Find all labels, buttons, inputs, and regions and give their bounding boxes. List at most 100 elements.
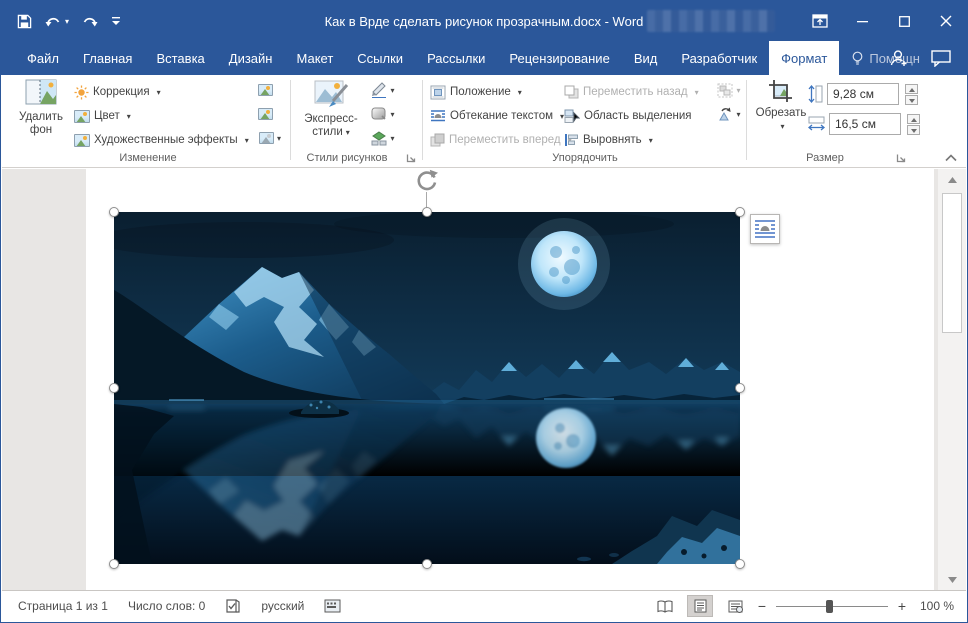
compress-picture-icon bbox=[258, 84, 273, 96]
tab-view[interactable]: Вид bbox=[622, 41, 670, 75]
tab-home[interactable]: Главная bbox=[71, 41, 144, 75]
send-backward-label: Переместить назад bbox=[583, 86, 688, 98]
maximize-button[interactable] bbox=[883, 1, 925, 41]
wrap-text-button[interactable]: Обтекание текстом bbox=[430, 105, 564, 127]
resize-handle-top-center[interactable] bbox=[422, 207, 432, 217]
layout-options-button[interactable] bbox=[750, 214, 780, 244]
scroll-down-button[interactable] bbox=[941, 571, 963, 589]
corrections-button[interactable]: Коррекция bbox=[74, 81, 161, 103]
selection-pane-button[interactable]: Область выделения bbox=[564, 105, 692, 127]
bring-forward-icon bbox=[430, 133, 445, 147]
rotation-stem bbox=[426, 192, 427, 208]
align-button[interactable]: Выровнять bbox=[564, 129, 653, 151]
bring-forward-button[interactable]: Переместить вперед bbox=[430, 129, 572, 151]
word-count[interactable]: Число слов: 0 bbox=[128, 599, 205, 613]
color-icon bbox=[74, 110, 90, 123]
share-icon[interactable] bbox=[889, 49, 909, 67]
rotate-objects-button[interactable] bbox=[712, 103, 746, 125]
bring-forward-label: Переместить вперед bbox=[449, 134, 561, 146]
tab-format-active[interactable]: Формат bbox=[769, 41, 839, 75]
macro-record-icon[interactable] bbox=[324, 599, 341, 613]
compress-picture-button[interactable] bbox=[254, 79, 276, 101]
undo-button[interactable] bbox=[45, 14, 69, 28]
close-button[interactable] bbox=[925, 1, 967, 41]
position-button[interactable]: Положение bbox=[430, 81, 522, 103]
resize-handle-middle-right[interactable] bbox=[735, 383, 745, 393]
page-indicator[interactable]: Страница 1 из 1 bbox=[18, 599, 108, 613]
tab-layout[interactable]: Макет bbox=[284, 41, 345, 75]
width-field-row bbox=[808, 113, 920, 135]
remove-background-label: Удалить фон bbox=[12, 111, 70, 137]
size-dialog-launcher[interactable] bbox=[896, 151, 908, 163]
picture-styles-dialog-launcher[interactable] bbox=[406, 151, 418, 163]
tab-mailings[interactable]: Рассылки bbox=[415, 41, 497, 75]
send-backward-button[interactable]: Переместить назад bbox=[564, 81, 699, 103]
group-objects-button[interactable] bbox=[712, 79, 746, 101]
ribbon-format-contextual: Удалить фон Коррекция Цвет Художественны… bbox=[2, 75, 966, 168]
resize-handle-top-left[interactable] bbox=[109, 207, 119, 217]
height-spin-up[interactable] bbox=[905, 84, 918, 94]
position-label: Положение bbox=[450, 86, 511, 98]
undo-icon bbox=[45, 14, 61, 28]
read-mode-button[interactable] bbox=[652, 595, 678, 617]
proofing-check-icon[interactable] bbox=[225, 598, 241, 614]
save-button[interactable] bbox=[17, 14, 32, 29]
quick-styles-button[interactable]: Экспресс-стили bbox=[298, 79, 364, 139]
corrections-label: Коррекция bbox=[93, 86, 150, 98]
scroll-up-button[interactable] bbox=[941, 171, 963, 189]
zoom-slider-thumb[interactable] bbox=[826, 600, 833, 613]
ribbon-display-options-button[interactable] bbox=[799, 1, 841, 41]
reset-picture-button[interactable] bbox=[254, 127, 286, 149]
comments-icon[interactable] bbox=[931, 50, 951, 67]
group-label-picture-styles: Стили рисунков bbox=[294, 152, 400, 164]
tab-review[interactable]: Рецензирование bbox=[497, 41, 621, 75]
resize-handle-middle-left[interactable] bbox=[109, 383, 119, 393]
picture-effects-button[interactable] bbox=[366, 103, 400, 125]
web-layout-button[interactable] bbox=[722, 595, 748, 617]
artistic-effects-button[interactable]: Художественные эффекты bbox=[74, 129, 249, 151]
width-spinner[interactable] bbox=[907, 114, 920, 135]
print-layout-button[interactable] bbox=[687, 595, 713, 617]
change-picture-button[interactable] bbox=[254, 103, 276, 125]
shape-height-input[interactable] bbox=[827, 83, 899, 105]
crop-button[interactable]: Обрезать bbox=[754, 79, 808, 133]
shape-width-input[interactable] bbox=[829, 113, 901, 135]
position-icon bbox=[430, 85, 446, 100]
height-spinner[interactable] bbox=[905, 84, 918, 105]
zoom-level[interactable]: 100 % bbox=[916, 599, 954, 613]
tab-developer[interactable]: Разработчик bbox=[669, 41, 769, 75]
color-button[interactable]: Цвет bbox=[74, 105, 131, 127]
resize-handle-bottom-right[interactable] bbox=[735, 559, 745, 569]
tab-row-right-icons bbox=[889, 41, 957, 75]
resize-handle-bottom-left[interactable] bbox=[109, 559, 119, 569]
rotate-icon bbox=[415, 169, 439, 192]
language-indicator[interactable]: русский bbox=[261, 599, 304, 613]
tab-design[interactable]: Дизайн bbox=[217, 41, 285, 75]
width-spin-down[interactable] bbox=[907, 125, 920, 135]
picture-border-button[interactable] bbox=[366, 79, 400, 101]
zoom-slider[interactable] bbox=[776, 598, 888, 614]
redo-button[interactable] bbox=[82, 14, 98, 28]
height-spin-down[interactable] bbox=[905, 95, 918, 105]
resize-handle-top-right[interactable] bbox=[735, 207, 745, 217]
crop-label: Обрезать bbox=[756, 107, 807, 120]
resize-handle-bottom-center[interactable] bbox=[422, 559, 432, 569]
rotation-handle[interactable] bbox=[415, 169, 439, 192]
customize-qat-button[interactable] bbox=[111, 15, 121, 27]
shape-width-icon bbox=[808, 116, 825, 132]
scrollbar-thumb[interactable] bbox=[942, 193, 962, 333]
tab-insert[interactable]: Вставка bbox=[144, 41, 216, 75]
zoom-out-button[interactable]: − bbox=[757, 598, 767, 614]
width-spin-up[interactable] bbox=[907, 114, 920, 124]
collapse-ribbon-button[interactable] bbox=[940, 147, 962, 169]
minimize-button[interactable] bbox=[841, 1, 883, 41]
night-landscape-image[interactable] bbox=[114, 212, 740, 564]
picture-layout-button[interactable] bbox=[366, 127, 400, 149]
remove-background-button[interactable]: Удалить фон bbox=[12, 79, 70, 137]
quick-access-toolbar bbox=[1, 14, 121, 29]
tab-references[interactable]: Ссылки bbox=[345, 41, 415, 75]
zoom-in-button[interactable]: + bbox=[897, 598, 907, 614]
vertical-scrollbar[interactable] bbox=[938, 169, 966, 591]
selected-picture[interactable] bbox=[114, 212, 740, 564]
tab-file[interactable]: Файл bbox=[15, 41, 71, 75]
